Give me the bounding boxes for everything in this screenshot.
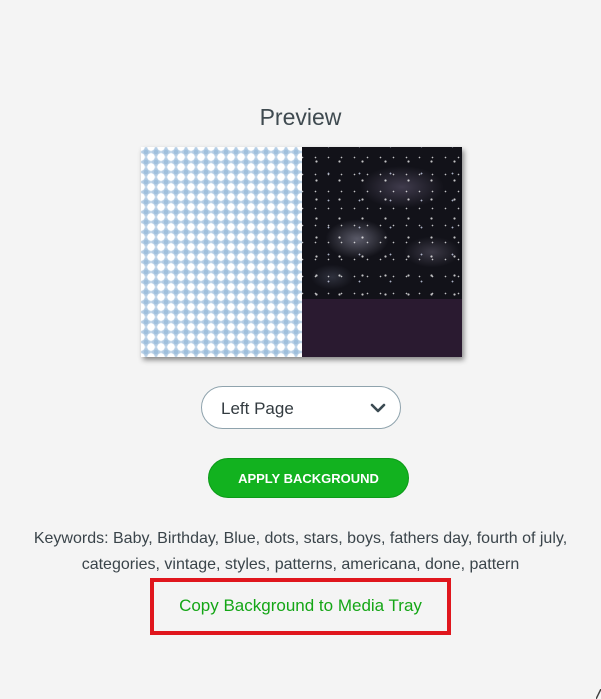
chevron-down-icon — [370, 403, 386, 413]
page-select-dropdown[interactable]: Left Page — [201, 386, 401, 429]
preview-title: Preview — [259, 104, 342, 130]
keywords-text: Keywords: Baby, Birthday, Blue, dots, st… — [33, 530, 568, 573]
left-page-preview — [141, 147, 302, 357]
right-page-preview — [302, 147, 462, 357]
background-preview — [141, 147, 462, 357]
page-select-value: Left Page — [221, 399, 294, 418]
copy-background-highlight: Copy Background to Media Tray — [150, 578, 451, 635]
copy-background-link[interactable]: Copy Background to Media Tray — [154, 596, 447, 616]
starfield-pattern — [302, 147, 462, 297]
background-detail-panel: Preview Left Page APPLY BACKGROUND Keywo… — [0, 0, 601, 699]
corner-mark-icon — [596, 689, 601, 699]
apply-background-button[interactable]: APPLY BACKGROUND — [208, 458, 409, 498]
bottom-band — [302, 299, 462, 357]
